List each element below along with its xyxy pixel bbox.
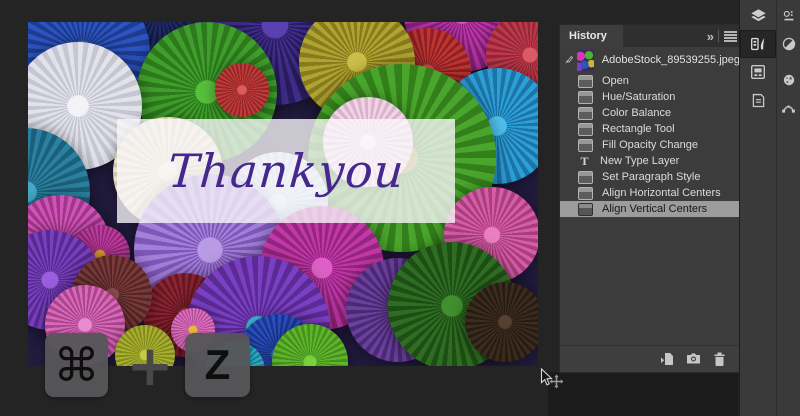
dock-column-b bbox=[776, 0, 800, 416]
history-states-list: Open Hue/Saturation Color Balance Rectangle… bbox=[560, 73, 740, 217]
history-panel: History » AdobeStock_89539255.jpeg Open H… bbox=[560, 25, 740, 372]
history-state-row[interactable]: Open bbox=[560, 73, 740, 89]
command-keycap-overlay: ⌘ bbox=[45, 333, 108, 397]
history-state-row[interactable]: Set Paragraph Style bbox=[560, 169, 740, 185]
history-state-icon bbox=[578, 91, 593, 104]
history-brush-source-icon[interactable] bbox=[565, 53, 573, 67]
divider bbox=[718, 30, 719, 42]
collapse-to-icons-icon[interactable]: » bbox=[707, 30, 713, 43]
mouse-cursor bbox=[540, 368, 574, 392]
paths-panel-icon[interactable] bbox=[777, 94, 800, 122]
history-state-icon bbox=[578, 139, 593, 152]
key-combination-plus: + bbox=[132, 338, 168, 394]
overlay-text: Thankyou bbox=[166, 144, 406, 198]
panel-menu-icon[interactable] bbox=[724, 31, 737, 42]
delete-state-icon[interactable] bbox=[713, 352, 726, 366]
overlay-card: Thankyou bbox=[117, 119, 455, 223]
adjustments-panel-icon[interactable] bbox=[777, 30, 800, 58]
history-state-label: Align Vertical Centers bbox=[602, 203, 707, 215]
history-state-label: Open bbox=[602, 75, 629, 87]
history-state-label: New Type Layer bbox=[600, 155, 679, 167]
move-cursor-icon bbox=[549, 374, 564, 389]
panel-tab-bar: History » bbox=[560, 25, 740, 47]
history-panel-footer bbox=[560, 345, 740, 372]
layers-panel-icon[interactable] bbox=[740, 2, 776, 30]
history-state-label: Fill Opacity Change bbox=[602, 139, 698, 151]
dock-column-a bbox=[740, 0, 776, 416]
dock-empty-area bbox=[548, 372, 738, 416]
history-state-icon bbox=[578, 107, 593, 120]
history-state-row[interactable]: Align Horizontal Centers bbox=[560, 185, 740, 201]
command-key-symbol: ⌘ bbox=[54, 338, 100, 392]
history-state-row[interactable]: Align Vertical Centers bbox=[560, 201, 740, 217]
history-state-row[interactable]: Fill Opacity Change bbox=[560, 137, 740, 153]
history-panel-icon[interactable] bbox=[740, 30, 776, 58]
notes-panel-icon[interactable] bbox=[740, 86, 776, 114]
photoshop-workspace: Thankyou History » AdobeSto bbox=[0, 0, 800, 416]
history-state-label: Set Paragraph Style bbox=[602, 171, 700, 183]
tab-history[interactable]: History bbox=[560, 25, 623, 47]
styles-panel-icon[interactable] bbox=[777, 66, 800, 94]
history-state-icon bbox=[578, 171, 593, 184]
history-state-row[interactable]: Rectangle Tool bbox=[560, 121, 740, 137]
history-state-icon bbox=[578, 123, 593, 136]
history-state-label: Align Horizontal Centers bbox=[602, 187, 721, 199]
panel-dock bbox=[739, 0, 800, 416]
z-keycap-overlay: Z bbox=[185, 333, 250, 397]
history-state-label: Rectangle Tool bbox=[602, 123, 675, 135]
properties-panel-icon[interactable] bbox=[777, 2, 800, 30]
snapshot-name: AdobeStock_89539255.jpeg bbox=[602, 54, 740, 66]
snapshot-row[interactable]: AdobeStock_89539255.jpeg bbox=[560, 47, 740, 73]
z-key-symbol: Z bbox=[205, 341, 231, 389]
document-canvas[interactable]: Thankyou bbox=[28, 22, 538, 366]
history-state-icon bbox=[578, 203, 593, 216]
history-state-row[interactable]: Color Balance bbox=[560, 105, 740, 121]
libraries-panel-icon[interactable] bbox=[740, 58, 776, 86]
create-document-from-state-icon[interactable] bbox=[660, 352, 674, 366]
paper-rosette bbox=[215, 63, 269, 117]
type-layer-icon: T bbox=[578, 156, 591, 167]
paper-rosette bbox=[465, 282, 538, 362]
history-state-row[interactable]: T New Type Layer bbox=[560, 153, 740, 169]
history-state-label: Color Balance bbox=[602, 107, 671, 119]
history-state-icon bbox=[578, 75, 593, 88]
panel-title: History bbox=[569, 30, 607, 42]
history-state-icon bbox=[578, 187, 593, 200]
create-new-snapshot-icon[interactable] bbox=[686, 352, 701, 366]
history-state-row[interactable]: Hue/Saturation bbox=[560, 89, 740, 105]
snapshot-thumbnail[interactable] bbox=[577, 50, 594, 71]
history-state-label: Hue/Saturation bbox=[602, 91, 675, 103]
